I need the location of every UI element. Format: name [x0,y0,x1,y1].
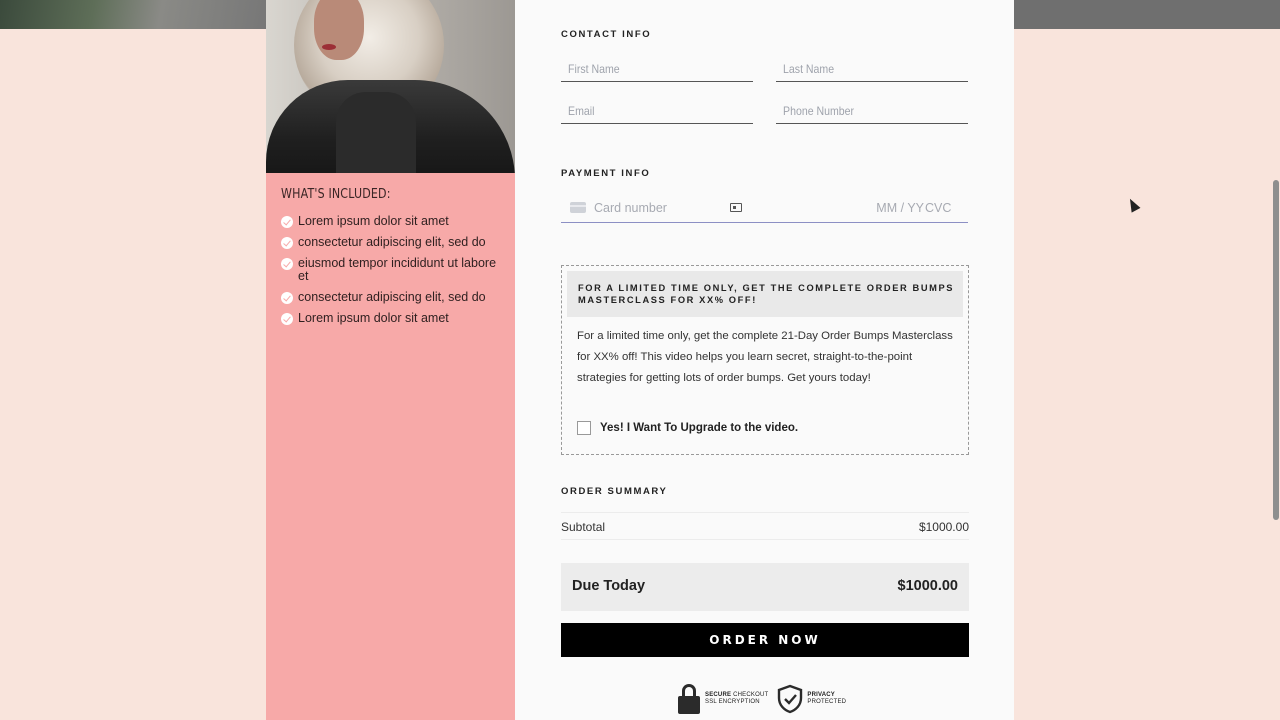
mouse-cursor-icon [1125,196,1141,213]
check-icon [281,292,293,304]
checkout-form-column: CONTACT INFO PAYMENT INFO FOR A LIMITED … [515,0,1014,720]
autofill-card-icon[interactable] [730,203,742,212]
order-bump-checkbox[interactable] [577,421,591,435]
included-item: eiusmod tempor incididunt ut labore et [281,257,506,283]
email-input[interactable] [561,100,730,122]
check-icon [281,216,293,228]
product-photo [266,0,515,173]
due-today-value: $1000.00 [897,578,958,594]
payment-info-label: PAYMENT INFO [561,168,651,179]
included-item: consectetur adipiscing elit, sed do [281,236,506,249]
phone-field [776,100,968,124]
card-field [561,196,968,223]
first-name-input[interactable] [561,58,730,80]
phone-input[interactable] [776,100,945,122]
check-icon [281,237,293,249]
due-today-label: Due Today [572,578,646,594]
order-bump-heading: FOR A LIMITED TIME ONLY, GET THE COMPLET… [567,271,963,317]
order-now-button[interactable]: ORDER NOW [561,623,969,657]
last-name-input[interactable] [776,58,945,80]
order-bump-checkbox-row[interactable]: Yes! I Want To Upgrade to the video. [577,421,798,435]
card-expiry-input[interactable] [869,199,924,217]
plant-background-image [0,0,266,29]
page-scrollbar[interactable] [1273,180,1279,520]
first-name-field [561,58,753,82]
subtotal-value: $1000.00 [918,520,969,534]
email-field [561,100,753,124]
privacy-protected-badge: PRIVACY PROTECTED [807,692,847,705]
left-product-column: WHAT'S INCLUDED: Lorem ipsum dolor sit a… [266,0,515,720]
included-item: consectetur adipiscing elit, sed do [281,291,506,304]
lock-icon [678,684,700,714]
order-bump-description: For a limited time only, get the complet… [577,330,953,384]
card-brand-icon [570,202,586,213]
subtotal-label: Subtotal [561,520,606,534]
included-item: Lorem ipsum dolor sit amet [281,312,506,325]
order-bump-box: FOR A LIMITED TIME ONLY, GET THE COMPLET… [561,265,969,455]
subtotal-row: Subtotal $1000.00 [561,512,969,540]
card-cvc-input[interactable] [925,199,965,217]
contact-info-label: CONTACT INFO [561,29,652,40]
last-name-field [776,58,968,82]
whats-included-title: WHAT'S INCLUDED: [281,187,391,202]
order-bump-checkbox-label[interactable]: Yes! I Want To Upgrade to the video. [600,422,798,434]
check-icon [281,258,293,270]
trust-badges: SECURE CHECKOUT SSL ENCRYPTION PRIVACY P… [678,684,855,714]
due-today-row: Due Today $1000.00 [561,563,969,611]
check-icon [281,313,293,325]
included-list: Lorem ipsum dolor sit amet consectetur a… [281,215,506,333]
shield-check-icon [778,684,803,714]
included-item: Lorem ipsum dolor sit amet [281,215,506,228]
order-summary-label: ORDER SUMMARY [561,486,668,497]
secure-checkout-badge: SECURE CHECKOUT SSL ENCRYPTION [705,692,769,705]
